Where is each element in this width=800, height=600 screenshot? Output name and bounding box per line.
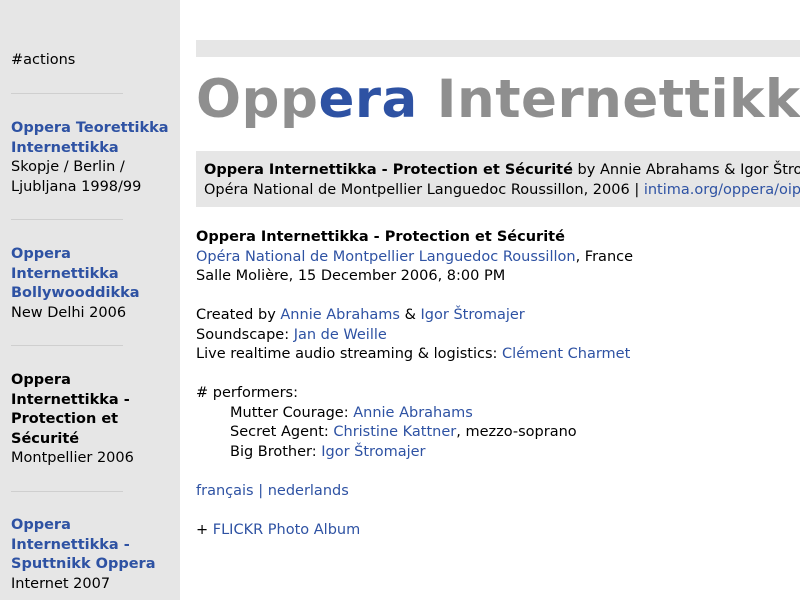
creator-link-igor[interactable]: Igor Štromajer <box>421 307 525 323</box>
sidebar-link-sputtnikk[interactable]: Oppera Internettikka - Sputtnikk Oppera <box>11 516 176 575</box>
venue-link[interactable]: Opéra National de Montpellier Languedoc … <box>196 249 576 265</box>
sidebar-title-line: Internettikka <box>11 265 119 282</box>
flickr-line: + FLICKR Photo Album <box>196 521 796 541</box>
site-logo: Oppera Internettikka <box>196 69 800 131</box>
sidebar: #actions Oppera Teorettikka Internettikk… <box>0 0 180 600</box>
info-line-1: Oppera Internettikka - Protection et Séc… <box>204 162 800 178</box>
soundscape-label: Soundscape: <box>196 326 294 343</box>
soundscape-line: Soundscape: Jan de Weille <box>196 326 796 346</box>
performer-link[interactable]: Annie Abrahams <box>353 405 473 421</box>
sidebar-entry-sputtnikk: Oppera Internettikka - Sputtnikk Oppera … <box>11 516 176 594</box>
performer-link[interactable]: Christine Kattner <box>333 424 456 440</box>
venue-line: Opéra National de Montpellier Languedoc … <box>196 248 796 268</box>
actions-label: #actions <box>11 52 76 68</box>
event-title: Oppera Internettikka - Protection et Séc… <box>196 229 565 245</box>
sidebar-title-line: Oppera Teorettikka <box>11 120 169 136</box>
sidebar-entry-teorettikka: Oppera Teorettikka Internettikka Skopje … <box>11 119 176 197</box>
date-line: Salle Molière, 15 December 2006, 8:00 PM <box>196 268 506 284</box>
sidebar-subtitle: Internet 2007 <box>11 575 111 592</box>
flickr-prefix: + <box>196 521 213 538</box>
created-by-line: Created by Annie Abrahams & Igor Štromaj… <box>196 306 796 326</box>
performer-row: Secret Agent: Christine Kattner, mezzo-s… <box>196 423 796 443</box>
sidebar-link-bollywooddikka[interactable]: Oppera Internettikka Bollywooddikka <box>11 245 176 304</box>
info-line-2: Opéra National de Montpellier Languedoc … <box>204 182 800 198</box>
sidebar-current-title: Oppera Internettikka - Protection et Séc… <box>11 371 176 449</box>
info-title: Oppera Internettikka - Protection et Séc… <box>204 162 573 178</box>
logo-part-1: Opp <box>196 69 319 130</box>
sidebar-title-line: Internettikka - <box>11 536 130 553</box>
sidebar-title-line: Oppera <box>11 517 71 533</box>
logo-part-3: Internettikka <box>417 69 800 130</box>
created-by-label: Created by <box>196 307 281 323</box>
performers-heading: # performers: <box>196 385 298 401</box>
sidebar-divider <box>11 219 123 220</box>
lang-link-french[interactable]: français <box>196 483 254 499</box>
lang-link-dutch[interactable]: nederlands <box>268 483 349 499</box>
venue-country: , France <box>575 248 634 265</box>
lang-separator: | <box>253 482 268 499</box>
sidebar-title-line: Bollywooddikka <box>11 285 140 301</box>
sidebar-title-line: Sputtnikk Oppera <box>11 556 156 572</box>
event-title-line: Oppera Internettikka - Protection et Séc… <box>196 228 796 248</box>
sidebar-subtitle: Skopje / Berlin / Ljubljana 1998/99 <box>11 158 176 197</box>
sidebar-title-line: Sécurité <box>11 430 80 447</box>
sidebar-title-line: Protection et <box>11 411 119 427</box>
performer-row: Mutter Courage: Annie Abrahams <box>196 404 796 424</box>
info-url-link[interactable]: intima.org/oppera/oips <box>644 182 800 198</box>
performer-suffix: , mezzo-soprano <box>456 424 577 440</box>
sidebar-subtitle: New Delhi 2006 <box>11 304 127 321</box>
sidebar-link-teorettikka[interactable]: Oppera Teorettikka Internettikka <box>11 119 176 158</box>
performer-role: Mutter Courage: <box>230 404 354 421</box>
main-content: Oppera Internettikka - Protection et Séc… <box>196 228 796 540</box>
sidebar-subtitle-line: Skopje / Berlin / <box>11 159 125 175</box>
performer-role: Big Brother: <box>230 443 322 460</box>
sidebar-title-line: Internettikka <box>11 139 119 156</box>
info-venue-year: Opéra National de Montpellier Languedoc … <box>204 181 644 198</box>
sidebar-divider <box>11 491 123 492</box>
performer-role: Secret Agent: <box>230 424 334 440</box>
info-by: by Annie Abrahams & Igor Štromajer <box>577 162 800 178</box>
ampersand: & <box>399 307 421 323</box>
sidebar-title-line: Internettikka - <box>11 391 130 408</box>
info-box: Oppera Internettikka - Protection et Séc… <box>196 151 800 207</box>
sidebar-divider <box>11 345 123 346</box>
streaming-line: Live realtime audio streaming & logistic… <box>196 345 796 365</box>
performer-link[interactable]: Igor Štromajer <box>321 444 425 460</box>
streaming-link[interactable]: Clément Charmet <box>502 346 630 362</box>
flickr-album-link[interactable]: FLICKR Photo Album <box>213 522 360 538</box>
top-bar <box>196 40 800 57</box>
soundscape-link[interactable]: Jan de Weille <box>294 327 387 343</box>
streaming-label: Live realtime audio streaming & logistic… <box>196 346 503 362</box>
sidebar-entry-bollywooddikka: Oppera Internettikka Bollywooddikka New … <box>11 245 176 323</box>
sidebar-title-line: Oppera <box>11 372 71 388</box>
logo-part-2: era <box>318 69 418 130</box>
language-switcher: français | nederlands <box>196 482 796 502</box>
sidebar-title-line: Oppera <box>11 246 71 262</box>
creator-link-annie[interactable]: Annie Abrahams <box>280 307 400 323</box>
sidebar-entry-protection-current: Oppera Internettikka - Protection et Séc… <box>11 371 176 469</box>
sidebar-subtitle: Montpellier 2006 <box>11 450 134 466</box>
performer-row: Big Brother: Igor Štromajer <box>196 443 796 463</box>
sidebar-divider <box>11 93 123 94</box>
sidebar-subtitle-line: Ljubljana 1998/99 <box>11 178 142 195</box>
